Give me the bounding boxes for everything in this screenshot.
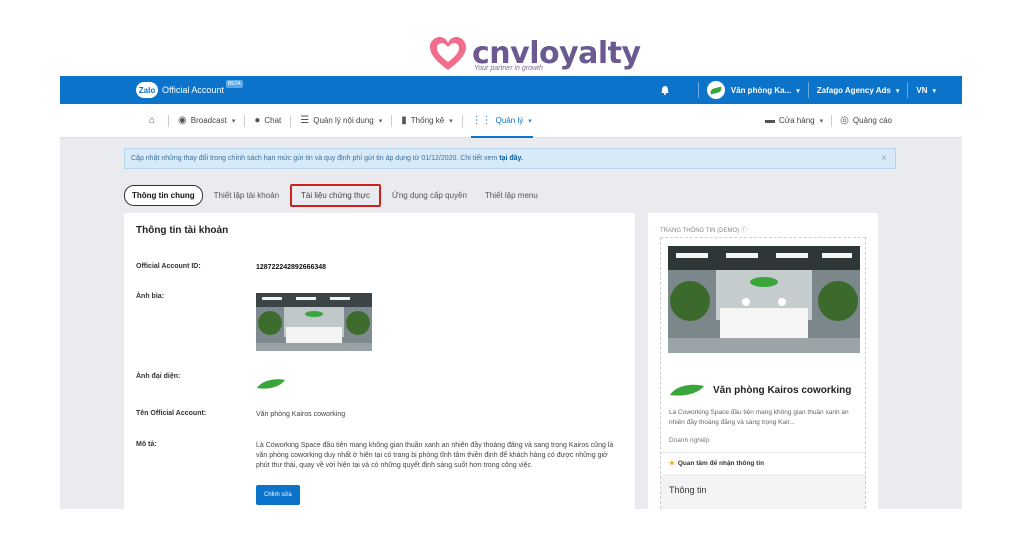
oa-id-value: 128722242892666348: [256, 264, 327, 271]
divider: [907, 82, 909, 98]
nav-content[interactable]: ☰ Quản lý nội dung ▾: [291, 104, 391, 138]
preview-identity: Văn phòng Kairos coworking: [669, 383, 851, 397]
help-icon[interactable]: ⓘ: [741, 228, 747, 234]
nav-label: Cửa hàng: [779, 116, 815, 125]
info-heading: Thông tin: [669, 485, 707, 495]
nav-home[interactable]: ⌂: [140, 104, 168, 138]
oa-title: Official AccountBETA: [162, 80, 243, 95]
chevron-down-icon: ▾: [932, 87, 936, 95]
tab-authorized-apps[interactable]: Ứng dụng cấp quyền: [385, 186, 474, 205]
main-nav: ⌂ ◉ Broadcast ▾ ● Chat ☰ Quản lý nội dun…: [60, 104, 962, 138]
oa-name-label: Tên Official Account:: [136, 410, 207, 417]
ads-icon: ◎: [840, 115, 849, 126]
nav-broadcast[interactable]: ◉ Broadcast ▾: [169, 104, 244, 138]
nav-label: Chat: [264, 116, 282, 125]
cover-label: Ảnh bìa:: [136, 293, 164, 300]
divider: [697, 82, 699, 98]
zalo-logo[interactable]: Zalo: [136, 82, 158, 98]
description-label: Mô tả:: [136, 441, 157, 448]
chevron-down-icon: ▾: [378, 117, 383, 125]
cover-image: [256, 293, 616, 355]
brand-logo: cnvloyalty Your partner in growth: [428, 34, 641, 74]
beta-badge: BETA: [225, 80, 243, 88]
avatar-image: [256, 378, 616, 394]
account-name: Văn phòng Ka...: [730, 85, 792, 95]
chevron-down-icon: ▾: [231, 117, 236, 125]
preview-title: TRANG THÔNG TIN (DEMO) ⓘ: [660, 225, 747, 234]
policy-banner: Cập nhật những thay đổi trong chính sách…: [124, 148, 896, 169]
preview-cover-photo: [668, 246, 860, 353]
nav-label: Quản lý nội dung: [313, 116, 374, 125]
preview-title-text: TRANG THÔNG TIN (DEMO): [660, 228, 740, 234]
preview-frame: Văn phòng Kairos coworking Là Coworking …: [660, 237, 866, 509]
follow-label: Quan tâm để nhận thông tin: [677, 460, 765, 467]
account-info-card: Thông tin tài khoản Official Account ID:…: [124, 213, 635, 509]
edit-wrapper: Chỉnh sửa: [256, 485, 616, 505]
oa-title-text: Official Account: [162, 85, 224, 95]
tab-verification-documents[interactable]: Tài liệu chứng thực: [290, 184, 381, 207]
nav-label: Broadcast: [190, 116, 227, 125]
nav-stats[interactable]: ▮ Thống kê ▾: [392, 104, 461, 138]
preview-name: Văn phòng Kairos coworking: [713, 384, 852, 396]
home-icon: ⌂: [149, 115, 156, 126]
leaf-icon: [709, 86, 723, 94]
nav-chat[interactable]: ● Chat: [245, 104, 290, 138]
nav-manage[interactable]: ⋮⋮ Quản lý ▾: [463, 104, 541, 138]
banner-link[interactable]: tại đây.: [499, 155, 523, 162]
nav-right: ▬ Cửa hàng ▾ ◎ Quảng cáo: [757, 104, 962, 138]
chevron-down-icon: ▾: [819, 117, 824, 125]
account-switcher[interactable]: Văn phòng Ka... ▾: [731, 86, 800, 95]
kairos-logo: [257, 379, 285, 389]
chevron-down-icon: ▾: [528, 117, 532, 125]
agency-name: Zafago Agency Ads: [816, 85, 891, 95]
tab-general-info[interactable]: Thông tin chung: [124, 185, 203, 206]
nav-label: Thống kê: [410, 116, 445, 125]
chevron-down-icon: ▾: [449, 117, 453, 125]
kairos-logo: [670, 384, 704, 396]
chevron-down-icon: ▾: [895, 87, 900, 95]
preview-card: TRANG THÔNG TIN (DEMO) ⓘ Văn phòng Kairo…: [648, 213, 878, 509]
nav-ads[interactable]: ◎ Quảng cáo: [832, 104, 900, 138]
chat-icon: ●: [254, 115, 261, 126]
settings-tabs: Thông tin chung Thiết lập tài khoản Tài …: [124, 184, 549, 207]
stats-icon: ▮: [401, 115, 407, 126]
top-right-controls: Văn phòng Ka... ▾ Zafago Agency Ads ▾ VN ▾: [660, 81, 952, 99]
oa-name-value: Văn phòng Kairos coworking: [256, 411, 346, 418]
brand-tagline: Your partner in growth: [474, 65, 543, 72]
avatar-label: Ảnh đại diện:: [136, 373, 181, 380]
heart-icon: [430, 37, 466, 70]
app-frame: Zalo Official AccountBETA Văn phòng Ka..…: [60, 76, 962, 509]
cover-photo: [256, 293, 372, 351]
language-label: VN: [916, 85, 928, 95]
agency-switcher[interactable]: Zafago Agency Ads ▾: [817, 86, 900, 95]
grid-icon: ⋮⋮: [471, 115, 492, 126]
nav-label: Quản lý: [495, 116, 524, 125]
chevron-down-icon: ▾: [796, 87, 800, 95]
preview-category: Doanh nghiệp: [669, 437, 710, 444]
description-value: Là Coworking Space đầu tiên mang không g…: [256, 442, 614, 469]
edit-button[interactable]: Chỉnh sửa: [256, 485, 300, 505]
divider: [807, 82, 809, 98]
tab-menu-settings[interactable]: Thiết lập menu: [478, 186, 545, 205]
section-title: Thông tin tài khoản: [136, 225, 229, 236]
nav-label: Quảng cáo: [852, 116, 892, 125]
tab-account-settings[interactable]: Thiết lập tài khoản: [207, 186, 286, 205]
close-icon[interactable]: ×: [881, 153, 887, 164]
content-icon: ☰: [300, 115, 310, 126]
screenshot-stage: cnvloyalty Your partner in growth Zalo O…: [0, 0, 1023, 537]
nav-store[interactable]: ▬ Cửa hàng ▾: [757, 104, 831, 138]
divider: [661, 452, 865, 453]
broadcast-icon: ◉: [178, 115, 187, 126]
info-section: Thông tin: [661, 474, 865, 509]
star-icon: ★: [669, 460, 675, 467]
top-bar: Zalo Official AccountBETA Văn phòng Ka..…: [60, 76, 962, 104]
bell-icon[interactable]: [660, 85, 670, 95]
banner-text: Cập nhật những thay đổi trong chính sách…: [131, 155, 498, 162]
store-icon: ▬: [765, 115, 775, 126]
language-switcher[interactable]: VN ▾: [916, 86, 936, 95]
oa-id-label: Official Account ID:: [136, 263, 201, 270]
preview-description: Là Coworking Space đầu tiên mang không g…: [669, 409, 849, 426]
account-avatar[interactable]: [706, 81, 725, 99]
follow-button[interactable]: ★ Quan tâm để nhận thông tin: [669, 459, 764, 467]
